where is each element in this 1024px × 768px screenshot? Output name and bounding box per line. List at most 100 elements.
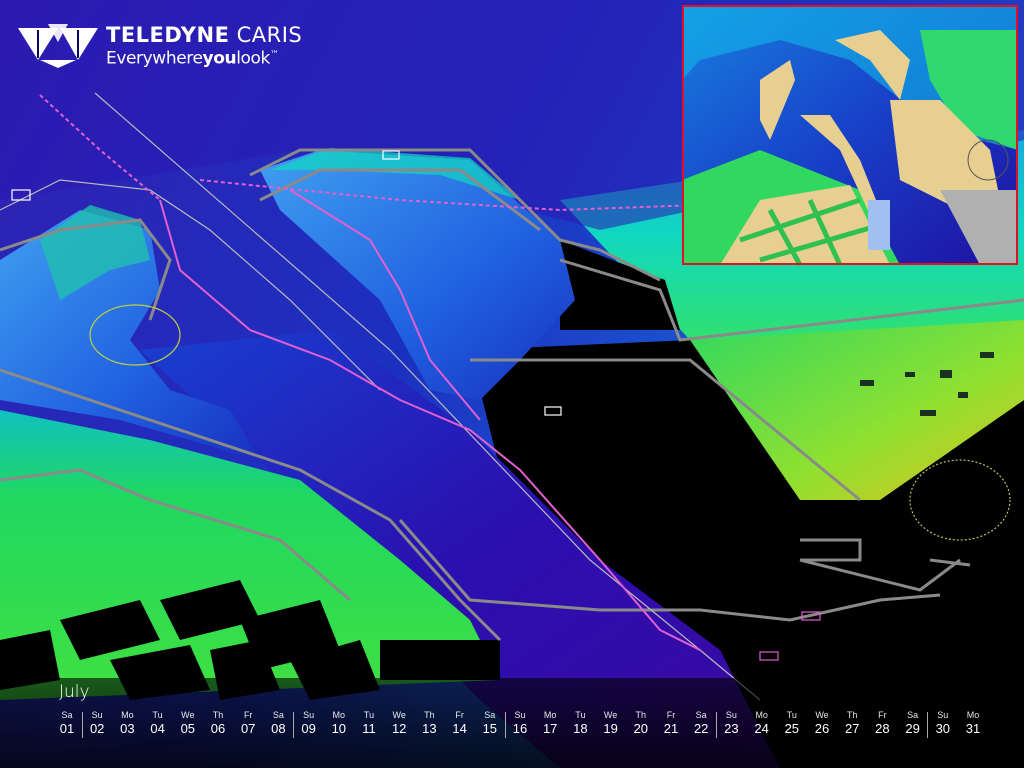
calendar-day-of-week: Fr [243, 710, 253, 720]
calendar-day-number: 01 [59, 721, 75, 736]
calendar-day-number: 25 [784, 721, 800, 736]
calendar-day: Fr 07 [233, 710, 263, 738]
calendar-day: Su 09 [294, 710, 324, 738]
calendar-day-of-week: Tu [363, 710, 375, 720]
calendar-day-number: 14 [452, 721, 467, 736]
calendar-day-of-week: Su [725, 710, 737, 720]
calendar-day-of-week: Sa [907, 710, 919, 720]
calendar-day: Tu 25 [777, 710, 807, 738]
calendar-day: We 12 [384, 710, 414, 738]
calendar-day: We 05 [173, 710, 203, 738]
calendar-day: Tu 11 [354, 710, 384, 738]
calendar-day: Th 27 [837, 710, 867, 738]
calendar-day: Fr 21 [656, 710, 686, 738]
calendar-day-of-week: We [392, 710, 406, 720]
calendar-day-of-week: Mo [755, 710, 768, 720]
calendar-day-of-week: We [181, 710, 195, 720]
calendar-day-number: 04 [150, 721, 165, 736]
calendar-day-number: 03 [120, 721, 135, 736]
calendar-day: Su 16 [505, 710, 535, 738]
calendar-day-number: 31 [965, 721, 981, 736]
calendar-days: Sa 01 Su 02 Mo 03 Tu 04 We 05 Th 06 Fr 07 Sa 08 Su 09 Mo 10… [52, 710, 992, 740]
calendar-day: Sa 29 [898, 710, 928, 738]
calendar-day-of-week: Th [846, 710, 858, 720]
calendar-day: Th 06 [203, 710, 233, 738]
calendar-day: Mo 17 [535, 710, 565, 738]
teledyne-logo-icon [18, 24, 98, 68]
teledyne-caris-logo: TELEDYNE CARIS Everywhereyoulook™ [18, 24, 302, 68]
calendar-day-of-week: Fr [878, 710, 887, 720]
calendar-day-number: 17 [542, 721, 558, 736]
calendar-day: Mo 24 [747, 710, 777, 738]
calendar-day-of-week: Th [212, 710, 224, 720]
calendar-day-number: 18 [573, 721, 588, 736]
calendar-day-number: 10 [331, 721, 347, 736]
calendar-day-of-week: Sa [484, 710, 496, 720]
calendar-day: Th 20 [626, 710, 656, 738]
calendar-day-of-week: Mo [966, 710, 980, 720]
calendar-day: We 26 [807, 710, 837, 738]
calendar-day-of-week: Su [937, 710, 949, 720]
calendar-day-of-week: Tu [575, 710, 586, 720]
calendar-day-of-week: Fr [666, 710, 676, 720]
calendar-day: Mo 10 [324, 710, 354, 738]
calendar-day-number: 16 [512, 721, 528, 736]
calendar-month: July [59, 682, 90, 702]
calendar-day-number: 27 [844, 721, 860, 736]
calendar-day-number: 06 [210, 721, 226, 736]
calendar-day: Su 02 [82, 710, 112, 738]
calendar-day: Fr 28 [867, 710, 897, 738]
calendar-day-number: 19 [603, 721, 618, 736]
calendar-day: Tu 04 [143, 710, 173, 738]
calendar-strip: July Sa 01 Su 02 Mo 03 Tu 04 We 05 Th 06 Fr 07 Sa 08 Su 0… [0, 678, 1024, 768]
calendar-day-of-week: Mo [121, 710, 134, 720]
calendar-day-of-week: Tu [152, 710, 163, 720]
calendar-day-of-week: Th [424, 710, 435, 720]
calendar-day: Fr 14 [445, 710, 475, 738]
calendar-day-number: 05 [180, 721, 196, 736]
calendar-day: Mo 31 [958, 710, 988, 738]
calendar-day: Th 13 [414, 710, 444, 738]
calendar-day-number: 21 [663, 721, 679, 736]
inset-frame [682, 5, 1018, 265]
calendar-day-number: 30 [935, 721, 951, 736]
calendar-day: Sa 22 [686, 710, 716, 738]
calendar-day-of-week: We [815, 710, 829, 720]
calendar-day-number: 23 [724, 721, 739, 736]
calendar-day-of-week: Sa [61, 710, 73, 720]
brand-tagline: Everywhereyoulook™ [106, 48, 279, 69]
calendar-day-of-week: We [603, 710, 618, 720]
calendar-day: Sa 15 [475, 710, 505, 738]
calendar-day: Sa 08 [263, 710, 293, 738]
calendar-day-number: 13 [422, 721, 437, 736]
calendar-day-number: 28 [875, 721, 890, 736]
calendar-day: Su 30 [928, 710, 958, 738]
calendar-day: Sa 01 [52, 710, 82, 738]
calendar-day: We 19 [596, 710, 626, 738]
calendar-day-number: 11 [362, 721, 376, 736]
calendar-day-of-week: Sa [272, 710, 284, 720]
calendar-day-of-week: Su [303, 710, 315, 720]
calendar-day-of-week: Mo [332, 710, 346, 720]
calendar-day-number: 08 [271, 721, 286, 736]
calendar-day-of-week: Mo [543, 710, 557, 720]
calendar-day-number: 20 [633, 721, 649, 736]
calendar-day-of-week: Su [91, 710, 103, 720]
brand-name: TELEDYNE CARIS [106, 23, 303, 47]
calendar-day: Su 23 [716, 710, 746, 738]
calendar-day-of-week: Su [514, 710, 526, 720]
calendar-day-number: 29 [905, 721, 920, 736]
calendar-day-number: 07 [240, 721, 256, 736]
calendar-day-number: 26 [814, 721, 830, 736]
calendar-day-number: 02 [89, 721, 105, 736]
calendar-day-of-week: Tu [786, 710, 797, 720]
calendar-day-number: 12 [391, 721, 407, 736]
calendar-day-of-week: Sa [695, 710, 707, 720]
calendar-day: Tu 18 [565, 710, 595, 738]
calendar-day-of-week: Fr [455, 710, 464, 720]
calendar-day-of-week: Th [635, 710, 647, 720]
calendar-day-number: 15 [482, 721, 498, 736]
calendar-day-number: 22 [693, 721, 709, 736]
calendar-day-number: 24 [754, 721, 769, 736]
calendar-day-number: 09 [301, 721, 316, 736]
